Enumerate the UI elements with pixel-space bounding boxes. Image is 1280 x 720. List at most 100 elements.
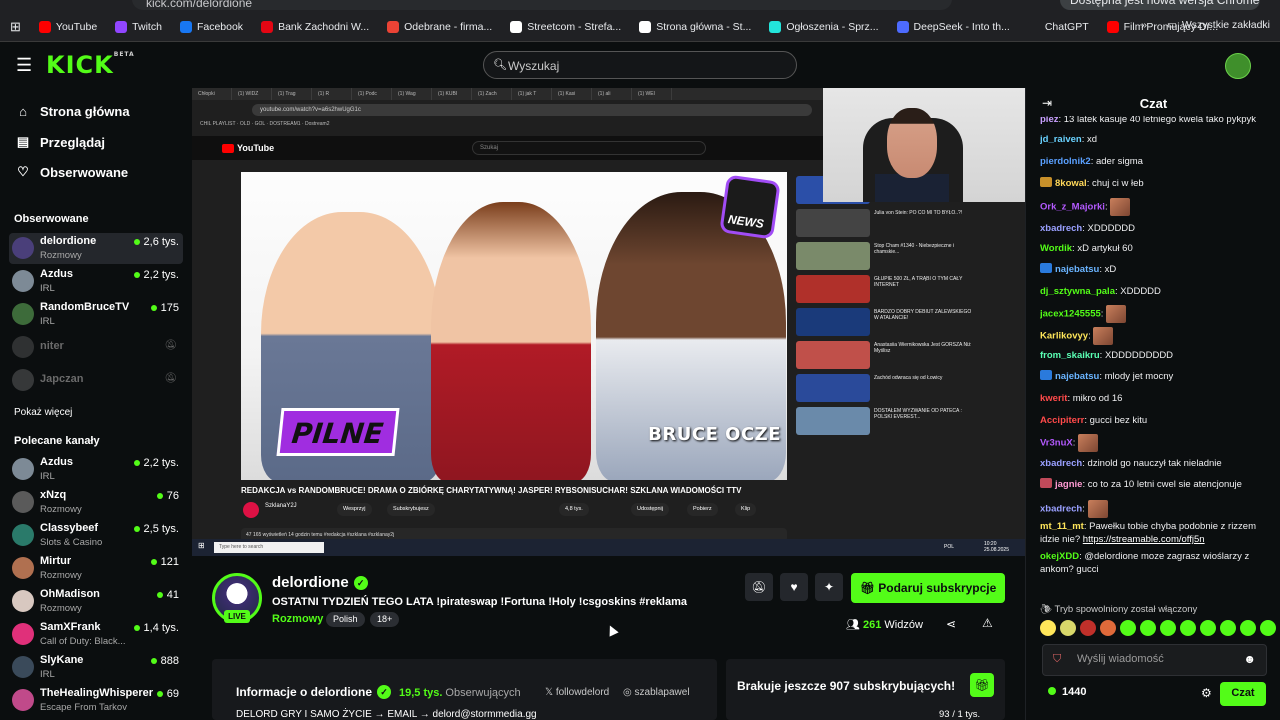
emote-icon[interactable] xyxy=(1200,620,1216,636)
channel-item[interactable]: RandomBruceTV IRL 175 xyxy=(9,299,183,330)
emote-icon[interactable] xyxy=(1240,620,1256,636)
bookmark-item[interactable]: DeepSeek - Into th... xyxy=(896,20,1010,33)
twitter-link[interactable]: 𝕏 followdelord xyxy=(545,687,609,698)
bookmark-item[interactable]: Ogłoszenia - Sprz... xyxy=(769,20,879,33)
streamer-name[interactable]: delordione ✓ xyxy=(272,574,368,591)
gift-sub-button[interactable]: 🎁︎ xyxy=(970,673,994,697)
channel-points[interactable]: 1440 xyxy=(1048,686,1086,698)
chat-username[interactable]: jacex1245555 xyxy=(1040,309,1101,320)
chat-username[interactable]: Karlikovyy xyxy=(1040,331,1088,342)
kick-logo[interactable]: KICKBETA xyxy=(46,51,135,79)
show-more-link[interactable]: Pokaż więcej xyxy=(14,407,72,418)
user-avatar[interactable] xyxy=(1225,53,1251,79)
instagram-link[interactable]: ◎ szablapawel xyxy=(623,687,690,698)
chat-username[interactable]: jagnie xyxy=(1055,479,1082,490)
chat-username[interactable]: najebatsu xyxy=(1055,264,1099,275)
bookmark-label: Odebrane - firma... xyxy=(404,20,493,33)
video-player[interactable]: Chłopki (1) WIDZ (1) Trag (1) R (1) Podc (1) … xyxy=(192,88,1025,556)
gear-icon[interactable]: ⚙ xyxy=(1201,686,1212,700)
clip-button[interactable]: ✦ xyxy=(815,573,843,601)
chat-message: jacex1245555: xyxy=(1040,305,1276,323)
chat-username[interactable]: jd_raiven xyxy=(1040,134,1082,145)
chat-link[interactable]: https://streamable.com/offj5n xyxy=(1083,534,1205,545)
nav-browse[interactable]: ▤ Przeglądaj xyxy=(14,134,105,150)
channel-item[interactable]: SlyKane IRL 888 xyxy=(9,652,183,683)
emote-icon[interactable] xyxy=(1120,620,1136,636)
channel-item[interactable]: niter 🔕︎ xyxy=(9,332,183,363)
channel-item[interactable]: Mirtur Rozmowy 121 xyxy=(9,553,183,584)
chat-text: xD artykuł 60 xyxy=(1077,243,1133,254)
chat-emote-icon xyxy=(1087,500,1108,518)
share-icon[interactable]: ⋖ xyxy=(946,617,956,631)
chat-username[interactable]: piez xyxy=(1040,116,1058,125)
emote-icon[interactable] xyxy=(1040,620,1056,636)
chat-username[interactable]: Accipiterr xyxy=(1040,415,1084,426)
emote-icon[interactable] xyxy=(1260,620,1276,636)
bookmark-item[interactable]: Facebook xyxy=(179,20,243,33)
address-bar[interactable]: kick.com/delordione xyxy=(132,0,952,10)
bookmark-item[interactable]: Bank Zachodni W... xyxy=(261,20,369,33)
emoji-icon[interactable]: ☻ xyxy=(1243,652,1256,666)
chat-username[interactable]: xbadrech xyxy=(1040,458,1082,469)
channel-item[interactable]: Azdus IRL 2,2 tys. xyxy=(9,266,183,297)
notifications-off-button[interactable]: 🔕︎ xyxy=(745,573,773,601)
channel-item[interactable]: Azdus IRL 2,2 tys. xyxy=(9,454,183,485)
emote-icon[interactable] xyxy=(1140,620,1156,636)
channel-item[interactable]: TheHealingWhisperer Escape From Tarkov 69 xyxy=(9,685,183,716)
nav-home[interactable]: ⌂ Strona główna xyxy=(14,104,130,119)
youtube-subscribed-pill: Subskrybujesz xyxy=(387,503,435,516)
bookmark-item[interactable]: ChatGPT xyxy=(1027,20,1089,33)
channel-item[interactable]: delordione Rozmowy 2,6 tys. xyxy=(9,233,183,264)
channel-category: Escape From Tarkov xyxy=(40,702,127,713)
chat-username[interactable]: 8kowal xyxy=(1055,178,1087,189)
chat-message: pierdolnik2: ader sigma xyxy=(1040,155,1276,168)
channel-item[interactable]: Classybeef Slots & Casino 2,5 tys. xyxy=(9,520,183,551)
bookmark-item[interactable]: Odebrane - firma... xyxy=(387,20,493,33)
chrome-update-notice[interactable]: Dostępna jest nowa wersja Chrome xyxy=(1060,0,1260,10)
chat-send-button[interactable]: Czat xyxy=(1220,682,1266,706)
chat-username[interactable]: dj_sztywna_pala xyxy=(1040,286,1115,297)
youtube-clip-pill: Klip xyxy=(735,503,757,516)
chat-username[interactable]: pierdolnik2 xyxy=(1040,156,1091,167)
chat-username[interactable]: Vr3nuX xyxy=(1040,438,1073,449)
chat-message: xbadrech: XDDDDDD xyxy=(1040,222,1276,235)
bookmark-item[interactable]: Twitch xyxy=(115,20,162,33)
chat-username[interactable]: Ork_z_Majorki xyxy=(1040,202,1105,213)
channel-item[interactable]: SamXFrank Call of Duty: Black... 1,4 tys. xyxy=(9,619,183,650)
live-badge: LIVE xyxy=(224,610,250,623)
chat-username[interactable]: okejXDD xyxy=(1040,551,1079,562)
tag-language[interactable]: Polish xyxy=(326,612,365,627)
menu-icon[interactable]: ☰ xyxy=(16,55,32,76)
emote-icon[interactable] xyxy=(1220,620,1236,636)
chat-username[interactable]: xbadrech xyxy=(1040,504,1082,515)
chat-text: mikro od 16 xyxy=(1072,393,1123,404)
chat-username[interactable]: xbadrech xyxy=(1040,223,1082,234)
stream-category[interactable]: Rozmowy xyxy=(272,613,323,625)
tag-age[interactable]: 18+ xyxy=(370,612,400,627)
emote-icon[interactable] xyxy=(1180,620,1196,636)
news-badge: NEWS xyxy=(719,174,781,240)
bookmark-item[interactable]: YouTube xyxy=(38,20,97,33)
nav-following[interactable]: ♡ Obserwowane xyxy=(14,164,128,180)
follow-button[interactable]: ♥ xyxy=(780,573,808,601)
chat-username[interactable]: mt_11_mt xyxy=(1040,521,1084,532)
emote-icon[interactable] xyxy=(1160,620,1176,636)
chat-input[interactable]: ⛉ Wyślij wiadomość ☻ xyxy=(1042,644,1267,676)
bookmark-item[interactable]: Streetcom - Strefa... xyxy=(510,20,621,33)
bookmark-item[interactable]: Strona główna - St... xyxy=(639,20,751,33)
all-bookmarks[interactable]: » ▭ Wszystkie zakładki xyxy=(1141,19,1270,31)
chat-username[interactable]: najebatsu xyxy=(1055,371,1099,382)
apps-grid-icon[interactable]: ⊞ xyxy=(10,19,21,35)
report-icon[interactable]: ⚠ xyxy=(982,616,993,630)
channel-item[interactable]: xNzq Rozmowy 76 xyxy=(9,487,183,518)
channel-item[interactable]: OhMadison Rozmowy 41 xyxy=(9,586,183,617)
emote-icon[interactable] xyxy=(1080,620,1096,636)
emote-icon[interactable] xyxy=(1100,620,1116,636)
emote-icon[interactable] xyxy=(1060,620,1076,636)
chat-username[interactable]: Wordik xyxy=(1040,243,1072,254)
gift-subscription-button[interactable]: 🎁︎ Podaruj subskrypcje xyxy=(851,573,1005,603)
search-input[interactable]: 🔍︎ Wyszukaj xyxy=(483,51,797,79)
chat-username[interactable]: from_skaikru xyxy=(1040,350,1100,361)
channel-item[interactable]: Japczan 🔕︎ xyxy=(9,365,183,396)
chat-username[interactable]: kwerit xyxy=(1040,393,1067,404)
